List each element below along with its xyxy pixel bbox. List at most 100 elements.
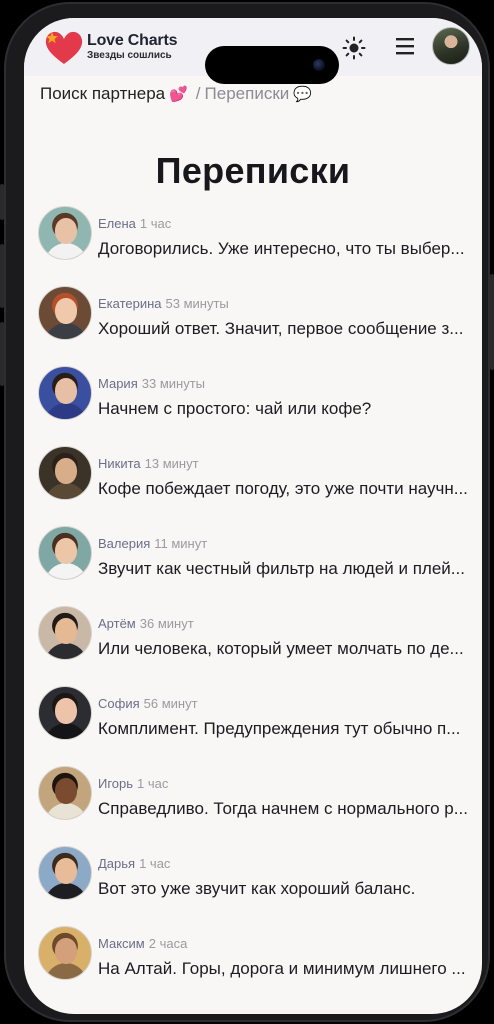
hamburger-menu-icon[interactable] xyxy=(396,36,414,56)
camera-icon xyxy=(313,59,325,71)
avatar-body xyxy=(45,803,87,819)
chat-meta: Елена 1 час xyxy=(98,216,171,231)
chat-timestamp: 36 минут xyxy=(139,616,194,631)
chat-list-item[interactable]: Никита 13 минут Кофе побеждает погоду, это… xyxy=(24,444,482,524)
chat-contact-name: Екатерина xyxy=(98,296,162,311)
volume-up-button xyxy=(0,244,4,308)
chat-avatar[interactable] xyxy=(38,446,92,500)
breadcrumb-link-partner-search[interactable]: Поиск партнера xyxy=(40,84,165,104)
chat-contact-name: Мария xyxy=(98,376,138,391)
chat-contact-name: Игорь xyxy=(98,776,134,791)
avatar-body xyxy=(45,403,87,419)
chat-avatar[interactable] xyxy=(38,606,92,660)
chat-contact-name: Елена xyxy=(98,216,136,231)
chat-list-item[interactable]: Максим 2 часа На Алтай. Горы, дорога и мин… xyxy=(24,924,482,1004)
chat-last-message: Договорились. Уже интересно, что ты выбе… xyxy=(98,239,465,258)
chat-meta: Артём 36 минут xyxy=(98,616,194,631)
screen: Love Charts Звезды сошлись Поиск партнер… xyxy=(24,18,482,1014)
chat-meta: София 56 минут xyxy=(98,696,198,711)
chat-contact-name: Дарья xyxy=(98,856,136,871)
chat-list-item[interactable]: Екатерина 53 минуты Хороший ответ. Значит,… xyxy=(24,284,482,364)
avatar-face xyxy=(55,378,77,404)
chat-timestamp: 33 минуты xyxy=(141,376,205,391)
avatar-body xyxy=(45,323,87,339)
avatar-face xyxy=(55,618,77,644)
chat-contact-name: Валерия xyxy=(98,536,151,551)
chat-list-item[interactable]: Дарья 1 час Вот это уже звучит как хороший… xyxy=(24,844,482,924)
chat-last-message: Кофе побеждает погоду, это уже почти нау… xyxy=(98,479,468,498)
chat-avatar[interactable] xyxy=(38,686,92,740)
avatar-body xyxy=(45,723,87,739)
brand-title: Love Charts xyxy=(87,32,178,49)
chat-meta: Дарья 1 час xyxy=(98,856,170,871)
chat-last-message: На Алтай. Горы, дорога и минимум лишнего… xyxy=(98,959,466,978)
chat-contact-name: Никита xyxy=(98,456,141,471)
speech-bubble-icon: 💬 xyxy=(293,86,312,103)
chat-list-item[interactable]: Елена 1 час Договорились. Уже интересно, ч… xyxy=(24,204,482,284)
chat-timestamp: 11 минут xyxy=(154,536,208,551)
chat-last-message: Звучит как честный фильтр на людей и пле… xyxy=(98,559,465,578)
volume-down-button xyxy=(0,322,4,386)
chat-meta: Мария 33 минуты xyxy=(98,376,205,391)
chat-timestamp: 53 минуты xyxy=(165,296,229,311)
avatar-face xyxy=(55,858,77,884)
avatar-face xyxy=(55,218,77,244)
side-button xyxy=(0,184,4,220)
avatar-face xyxy=(55,538,77,564)
brand-subtitle: Звезды сошлись xyxy=(87,50,172,61)
chat-meta: Валерия 11 минут xyxy=(98,536,207,551)
chat-last-message: Хороший ответ. Значит, первое сообщение … xyxy=(98,319,464,338)
chat-list-item[interactable]: Игорь 1 час Справедливо. Тогда начнем с но… xyxy=(24,764,482,844)
avatar-body xyxy=(45,963,87,979)
breadcrumb-separator: / xyxy=(195,84,201,103)
chat-last-message: Начнем с простого: чай или кофе? xyxy=(98,399,372,418)
chat-meta: Игорь 1 час xyxy=(98,776,168,791)
two-hearts-icon: 💕 xyxy=(169,86,188,103)
avatar-body xyxy=(45,883,87,899)
chat-timestamp: 2 часа xyxy=(148,936,188,951)
chat-last-message: Комплимент. Предупреждения тут обычно п.… xyxy=(98,719,461,738)
avatar-body xyxy=(45,243,87,259)
chat-list-item[interactable]: Мария 33 минуты Начнем с простого: чай или… xyxy=(24,364,482,444)
power-button xyxy=(490,274,494,370)
chat-contact-name: София xyxy=(98,696,140,711)
page-title: Переписки xyxy=(155,150,351,191)
breadcrumb: Поиск партнера 💕 / Переписки 💬 xyxy=(40,84,312,104)
chat-avatar[interactable] xyxy=(38,846,92,900)
chat-meta: Максим 2 часа xyxy=(98,936,187,951)
chat-avatar[interactable] xyxy=(38,766,92,820)
user-avatar[interactable] xyxy=(432,27,470,65)
chat-last-message: Вот это уже звучит как хороший баланс. xyxy=(98,879,416,898)
avatar-body xyxy=(45,483,87,499)
chat-contact-name: Максим xyxy=(98,936,145,951)
chat-list-item[interactable]: Артём 36 минут Или человека, который умеет… xyxy=(24,604,482,684)
dynamic-island xyxy=(205,46,339,84)
chat-timestamp: 1 час xyxy=(139,856,171,871)
avatar-face xyxy=(55,458,77,484)
chat-avatar[interactable] xyxy=(38,526,92,580)
chat-contact-name: Артём xyxy=(98,616,136,631)
chat-list-item[interactable]: Валерия 11 минут Звучит как честный фильтр… xyxy=(24,524,482,604)
chat-avatar[interactable] xyxy=(38,366,92,420)
chat-timestamp: 13 минут xyxy=(144,456,199,471)
chat-avatar[interactable] xyxy=(38,206,92,260)
breadcrumb-current: Переписки xyxy=(204,84,290,103)
chat-timestamp: 1 час xyxy=(139,216,172,231)
sun-icon[interactable] xyxy=(342,36,366,60)
chat-timestamp: 1 час xyxy=(137,776,169,791)
avatar-body xyxy=(45,563,87,579)
avatar-face xyxy=(55,778,77,804)
avatar-face xyxy=(55,938,77,964)
chat-timestamp: 56 минут xyxy=(143,696,198,711)
avatar-body xyxy=(45,643,87,659)
chat-last-message: Или человека, который умеет молчать по д… xyxy=(98,639,464,658)
avatar-face xyxy=(55,298,77,324)
chat-meta: Никита 13 минут xyxy=(98,456,199,471)
chat-avatar[interactable] xyxy=(38,926,92,980)
chat-list-item[interactable]: София 56 минут Комплимент. Предупреждения … xyxy=(24,684,482,764)
chat-avatar[interactable] xyxy=(38,286,92,340)
phone-frame: Love Charts Звезды сошлись Поиск партнер… xyxy=(0,2,494,1022)
avatar-face xyxy=(55,698,77,724)
heart-logo-icon[interactable] xyxy=(44,28,84,68)
chat-last-message: Справедливо. Тогда начнем с нормального … xyxy=(98,799,468,818)
